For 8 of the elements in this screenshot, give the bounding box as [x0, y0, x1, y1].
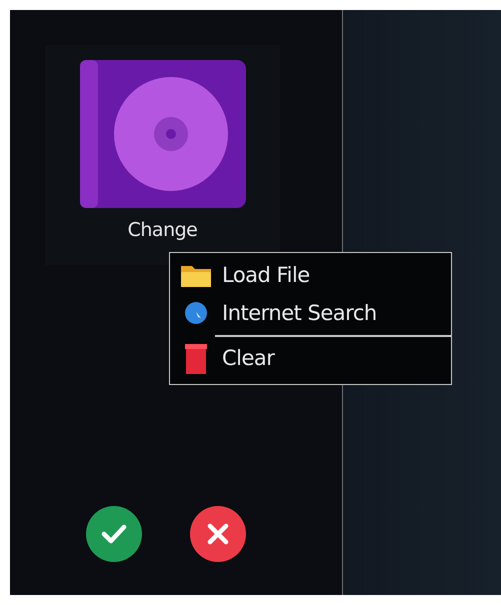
globe-icon	[184, 301, 208, 326]
cover-label: Change	[128, 220, 198, 241]
trash-icon	[185, 344, 207, 374]
close-icon	[207, 523, 229, 545]
checkmark-icon	[101, 524, 127, 544]
menu-item[interactable]: Clear	[170, 340, 451, 378]
menu-item[interactable]: Internet Search	[170, 294, 451, 332]
cover-tile[interactable]: Change	[45, 45, 280, 265]
